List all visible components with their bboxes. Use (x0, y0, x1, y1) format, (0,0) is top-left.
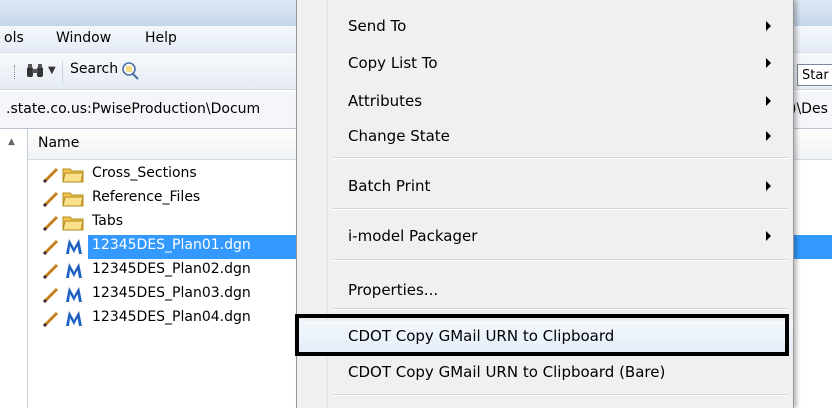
menu-item-i-model-packager[interactable]: i-model Packager (297, 221, 793, 251)
path-text: .state.co.us:PwiseProduction\Docum (6, 101, 261, 117)
list-item-label: 12345DES_Plan04.dgn (92, 309, 251, 325)
pencil-icon (42, 239, 59, 255)
path-text-right: )\Des (791, 101, 828, 117)
menu-item-label: Copy List To (348, 54, 438, 72)
column-header-label: Name (38, 135, 80, 151)
pencil-icon (42, 215, 59, 231)
menu-item-cdot-copy-gmail-urn-bare[interactable]: CDOT Copy GMail URN to Clipboard (Bare) (297, 357, 793, 387)
submenu-arrow-icon (766, 58, 771, 68)
folder-icon (62, 216, 84, 231)
toolbar-separator (62, 61, 63, 83)
list-item-label: 12345DES_Plan01.dgn (90, 237, 253, 253)
menu-help[interactable]: Help (145, 30, 177, 46)
search-label[interactable]: Search (70, 61, 118, 77)
menu-item-label: Properties... (348, 281, 439, 299)
microstation-file-icon (66, 263, 82, 278)
folder-icon (62, 192, 84, 207)
submenu-arrow-icon (766, 96, 771, 106)
pencil-icon (42, 311, 59, 327)
list-item-label: Reference_Files (92, 189, 201, 205)
menu-separator (333, 157, 789, 159)
menu-item-label: Send To (348, 17, 407, 35)
find-dropdown-icon[interactable]: ▼ (48, 65, 56, 76)
pencil-icon (42, 191, 59, 207)
pencil-icon (42, 167, 59, 183)
list-item-label: 12345DES_Plan02.dgn (92, 261, 251, 277)
menu-separator (333, 308, 789, 310)
menu-item-attributes[interactable]: Attributes (297, 86, 793, 116)
submenu-arrow-icon (766, 181, 771, 191)
list-item-label: Cross_Sections (92, 165, 197, 181)
microstation-file-icon (66, 311, 82, 326)
binoculars-icon[interactable] (26, 63, 44, 79)
menu-separator (333, 259, 789, 261)
menu-item-label: Change State (348, 127, 450, 145)
menu-separator (333, 208, 789, 210)
menu-item-properties[interactable]: Properties... (297, 275, 793, 305)
microstation-file-icon (66, 239, 82, 254)
menu-item-change-state[interactable]: Change State (297, 121, 793, 151)
pencil-icon (42, 263, 59, 279)
submenu-arrow-icon (766, 21, 771, 31)
microstation-file-icon (66, 287, 82, 302)
menu-separator (333, 394, 789, 396)
menu-window[interactable]: Window (56, 30, 111, 46)
submenu-arrow-icon (766, 231, 771, 241)
pencil-icon (42, 287, 59, 303)
submenu-arrow-icon (766, 131, 771, 141)
menu-item-send-to[interactable]: Send To (297, 11, 793, 41)
tree-expand-icon[interactable]: ▲ (8, 137, 15, 147)
start-button[interactable]: Star (797, 64, 832, 86)
search-magnifier-icon[interactable] (120, 61, 140, 81)
menu-item-label: i-model Packager (348, 227, 478, 245)
folder-tree-pane[interactable]: ▲ (0, 129, 28, 408)
folder-icon (62, 168, 84, 183)
menu-item-batch-print[interactable]: Batch Print (297, 171, 793, 201)
menu-tools[interactable]: ols (4, 30, 24, 46)
menu-item-label: CDOT Copy GMail URN to Clipboard (Bare) (348, 363, 666, 381)
menu-item-copy-list-to[interactable]: Copy List To (297, 48, 793, 78)
toolbar-grip[interactable] (14, 65, 17, 79)
highlight-box (295, 314, 789, 356)
list-item-label: Tabs (92, 213, 123, 229)
menu-item-label: Batch Print (348, 177, 431, 195)
menu-item-label: Attributes (348, 92, 423, 110)
list-item-label: 12345DES_Plan03.dgn (92, 285, 251, 301)
